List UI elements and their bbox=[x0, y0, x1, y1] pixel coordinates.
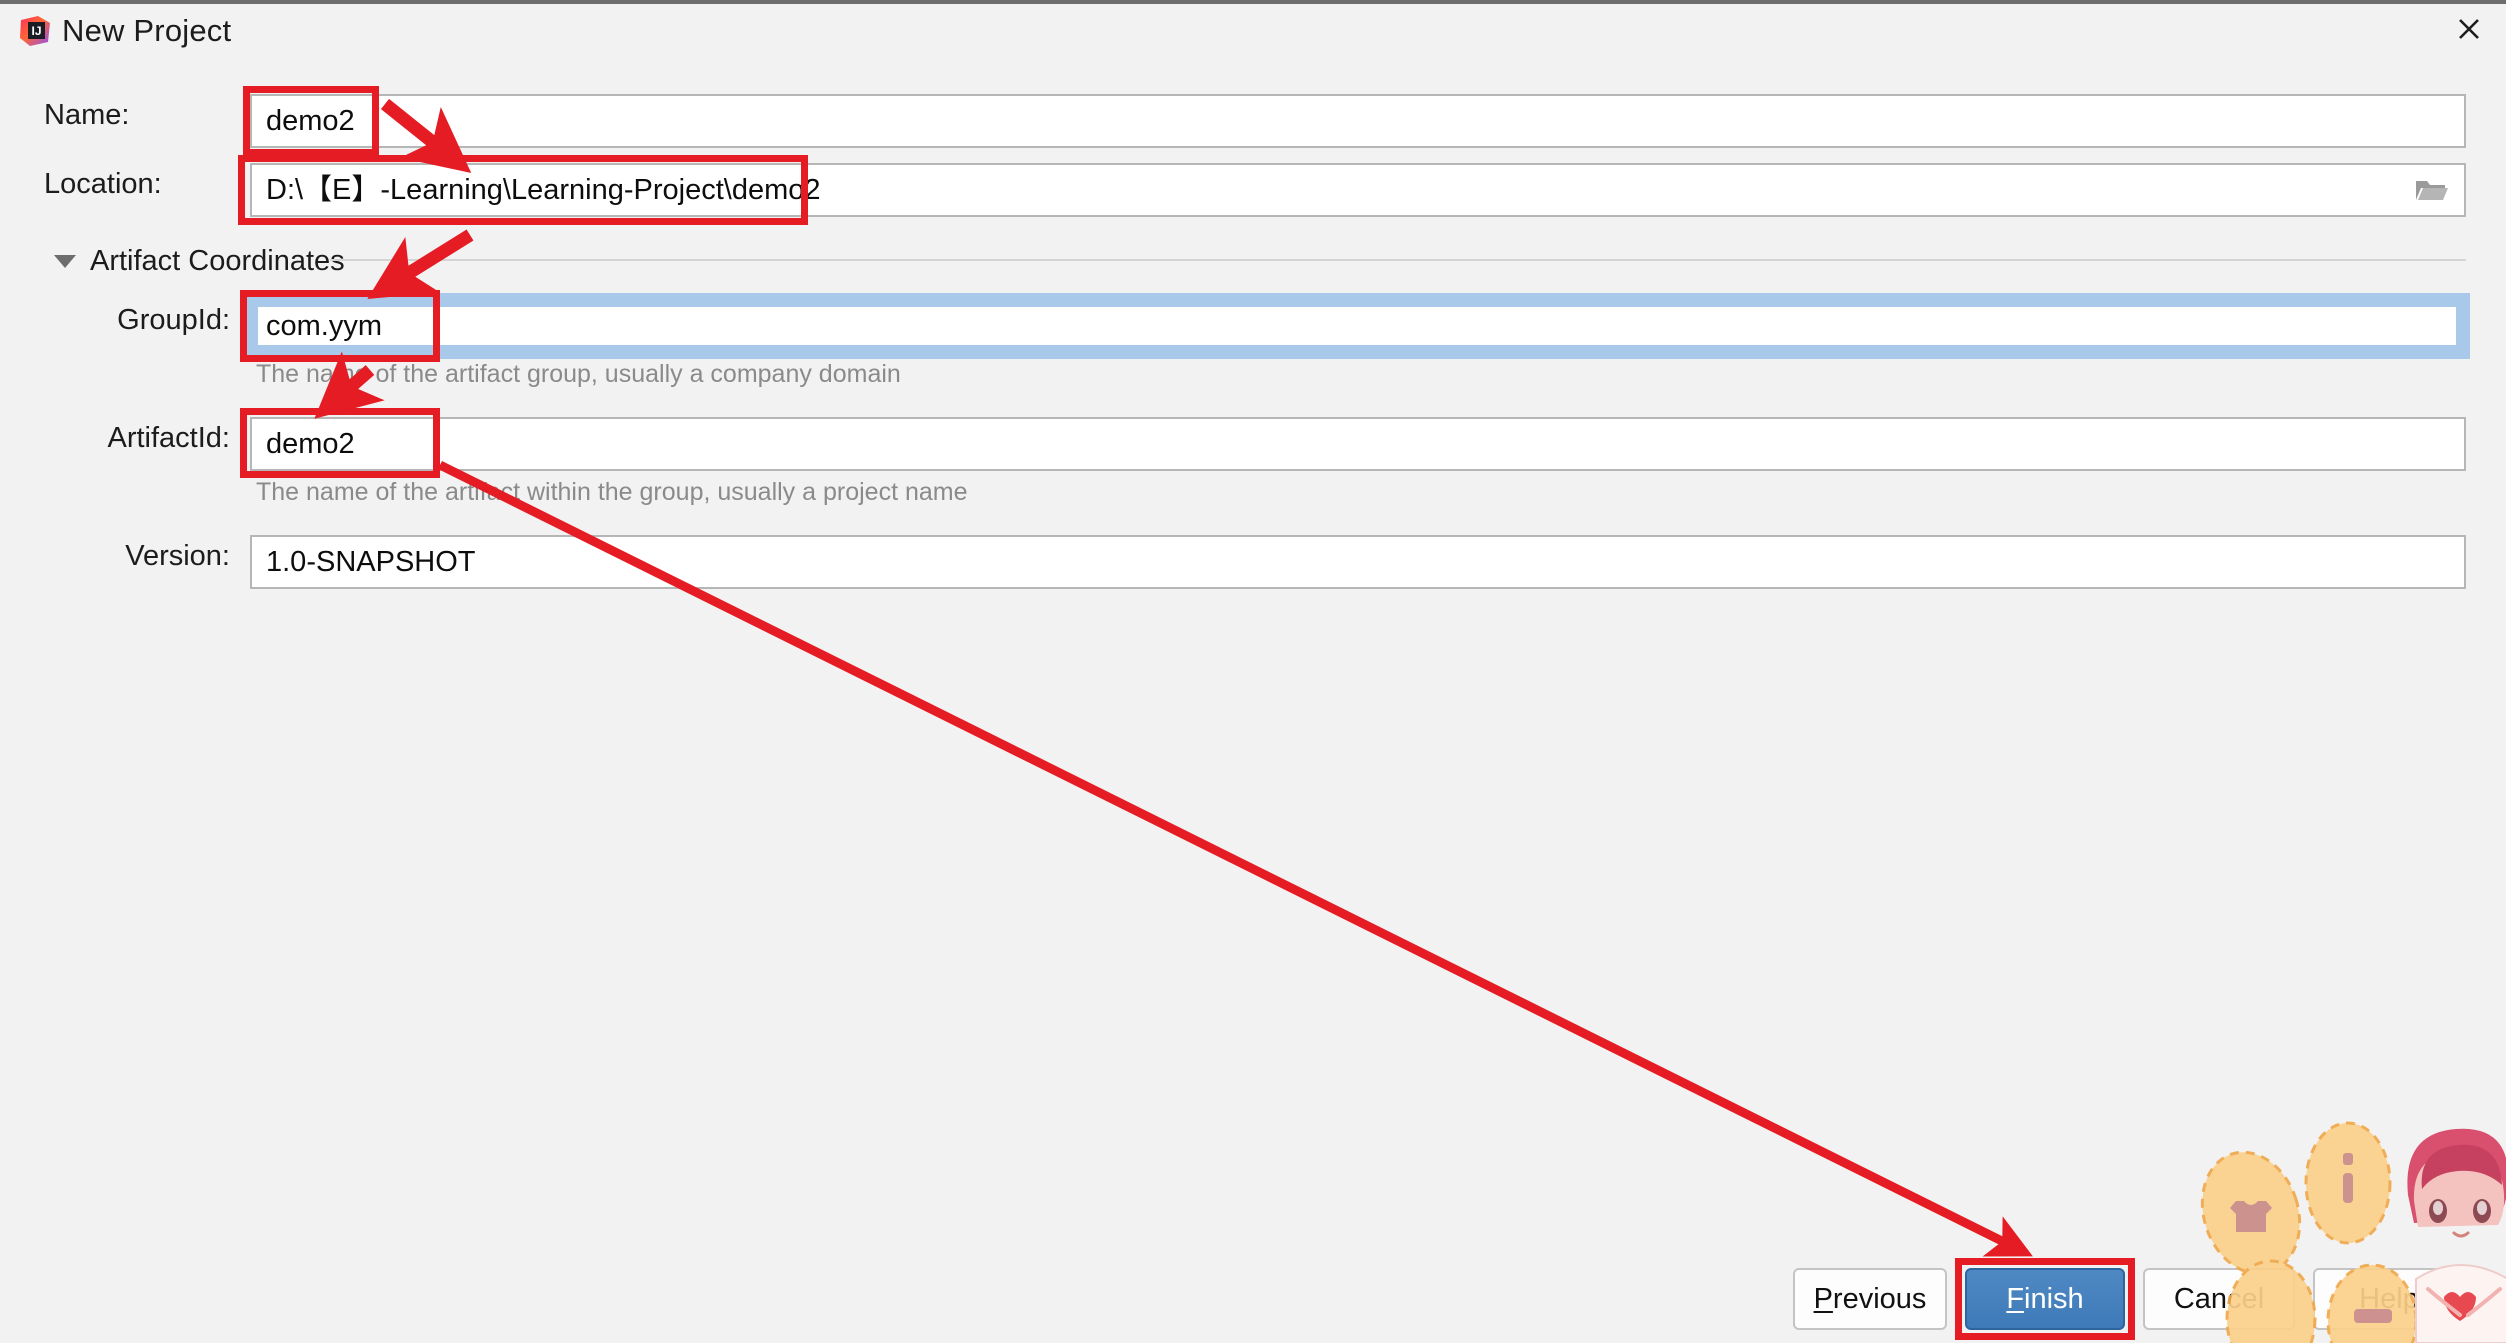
groupid-input[interactable]: com.yym bbox=[250, 299, 2464, 353]
groupid-label: GroupId: bbox=[117, 304, 230, 336]
artifact-coordinates-section-header[interactable]: Artifact Coordinates bbox=[54, 243, 345, 279]
artifactid-input[interactable]: demo2 bbox=[250, 417, 2466, 471]
previous-button[interactable]: Previous bbox=[1793, 1268, 1947, 1330]
finish-button[interactable]: Finish bbox=[1965, 1268, 2125, 1330]
previous-button-label: Previous bbox=[1813, 1282, 1927, 1315]
titlebar-accent-line bbox=[0, 0, 2506, 4]
version-label: Version: bbox=[125, 540, 230, 572]
location-label: Location: bbox=[44, 168, 162, 200]
folder-open-icon[interactable] bbox=[2414, 176, 2448, 204]
dialog-titlebar: IJ New Project bbox=[0, 0, 2506, 62]
name-label: Name: bbox=[44, 99, 130, 131]
close-button[interactable] bbox=[2432, 4, 2506, 58]
location-input[interactable]: D:\【E】-Learning\Learning-Project\demo2 bbox=[250, 163, 2466, 217]
location-input-value: D:\【E】-Learning\Learning-Project\demo2 bbox=[266, 174, 821, 206]
intellij-idea-icon: IJ bbox=[18, 14, 52, 48]
help-button-label: Help bbox=[2359, 1282, 2419, 1315]
cancel-button-label: Cancel bbox=[2173, 1282, 2265, 1315]
arrow-location-to-groupid bbox=[367, 229, 474, 300]
close-icon bbox=[2455, 15, 2483, 48]
artifactid-label: ArtifactId: bbox=[107, 422, 231, 454]
name-input-value: demo2 bbox=[266, 105, 355, 137]
version-input[interactable]: 1.0-SNAPSHOT bbox=[250, 535, 2466, 589]
artifact-coordinates-label: Artifact Coordinates bbox=[90, 245, 345, 277]
cancel-button[interactable]: Cancel bbox=[2143, 1268, 2295, 1330]
dialog-title: New Project bbox=[62, 13, 232, 48]
help-button[interactable]: Help bbox=[2313, 1268, 2465, 1330]
name-input[interactable]: demo2 bbox=[250, 94, 2466, 148]
chevron-down-icon[interactable] bbox=[54, 254, 76, 268]
section-divider bbox=[330, 259, 2466, 261]
version-input-value: 1.0-SNAPSHOT bbox=[266, 546, 476, 578]
groupid-input-value: com.yym bbox=[266, 310, 382, 342]
artifactid-hint: The name of the artifact within the grou… bbox=[256, 478, 968, 506]
finish-button-label: Finish bbox=[2006, 1282, 2084, 1315]
svg-text:IJ: IJ bbox=[31, 24, 41, 38]
new-project-dialog: IJ New Project Name: demo2 Location: D:\… bbox=[0, 0, 2506, 1343]
groupid-hint: The name of the artifact group, usually … bbox=[256, 360, 901, 388]
artifactid-input-value: demo2 bbox=[266, 428, 355, 460]
